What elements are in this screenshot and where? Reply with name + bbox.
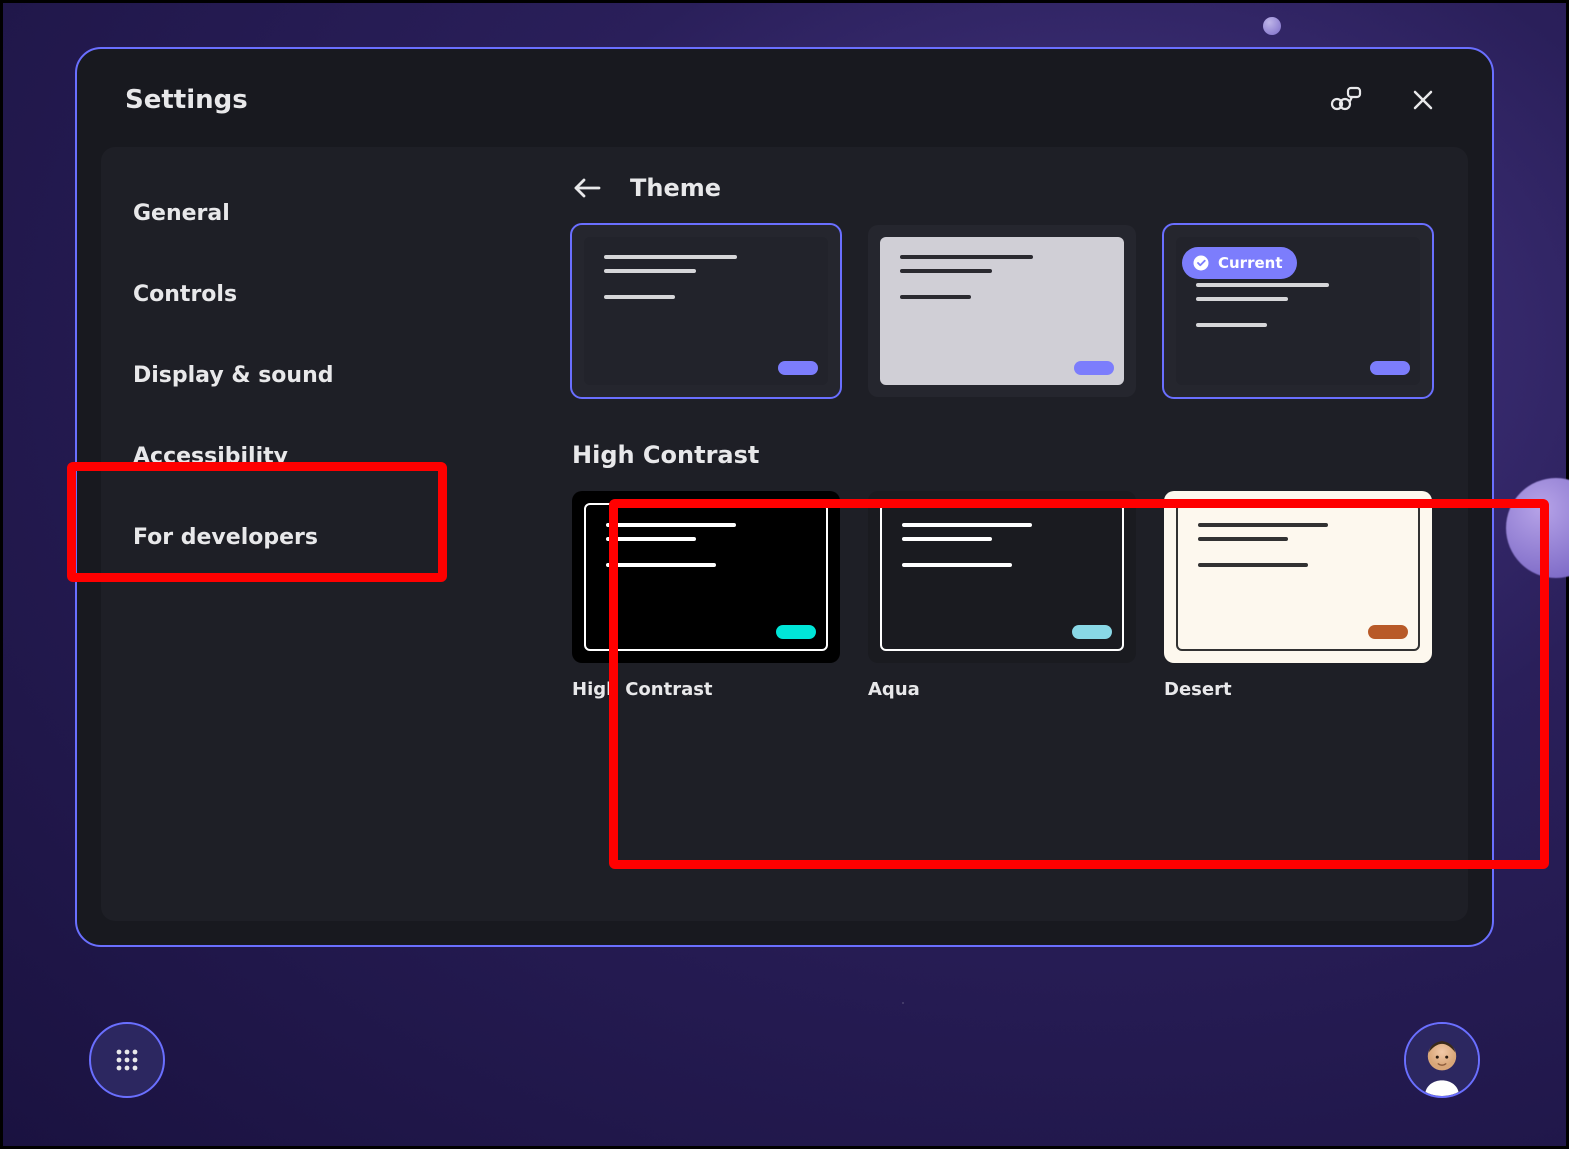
theme-card-current[interactable]: Current (1164, 225, 1432, 397)
avatar-button[interactable] (1404, 1022, 1480, 1098)
settings-panel: Settings General Controls Display & soun… (75, 47, 1494, 947)
page-title: Settings (125, 85, 248, 115)
sidebar-item-for-developers[interactable]: For developers (101, 497, 532, 578)
hc-theme-label: Desert (1164, 679, 1432, 700)
sidebar-item-accessibility[interactable]: Accessibility (101, 416, 532, 497)
planet-decoration (1263, 17, 1281, 35)
header-actions (1328, 83, 1440, 117)
theme-row: Current (572, 225, 1432, 397)
hc-theme-label: Aqua (868, 679, 1136, 700)
feedback-icon[interactable] (1328, 83, 1362, 117)
sidebar-item-controls[interactable]: Controls (101, 254, 532, 335)
section-title: Theme (630, 174, 721, 202)
panel-header: Settings (77, 49, 1492, 147)
hc-theme-high-contrast[interactable]: High Contrast (572, 491, 840, 700)
current-badge: Current (1182, 247, 1297, 279)
hc-theme-aqua[interactable]: Aqua (868, 491, 1136, 700)
hc-theme-label: High Contrast (572, 679, 840, 700)
sidebar-item-display-sound[interactable]: Display & sound (101, 335, 532, 416)
content: Theme (532, 147, 1468, 921)
sidebar: General Controls Display & sound Accessi… (101, 147, 532, 921)
planet-decoration (1506, 478, 1569, 578)
hc-theme-row: High Contrast Aqua (572, 491, 1432, 700)
apps-grid-button[interactable] (89, 1022, 165, 1098)
high-contrast-title: High Contrast (572, 441, 1432, 469)
current-badge-label: Current (1218, 254, 1283, 272)
theme-card-dark[interactable] (572, 225, 840, 397)
back-icon[interactable] (572, 173, 602, 203)
close-icon[interactable] (1406, 83, 1440, 117)
theme-card-light[interactable] (868, 225, 1136, 397)
panel-body: General Controls Display & sound Accessi… (101, 147, 1468, 921)
hc-theme-desert[interactable]: Desert (1164, 491, 1432, 700)
sidebar-item-general[interactable]: General (101, 173, 532, 254)
section-header: Theme (572, 173, 1432, 203)
